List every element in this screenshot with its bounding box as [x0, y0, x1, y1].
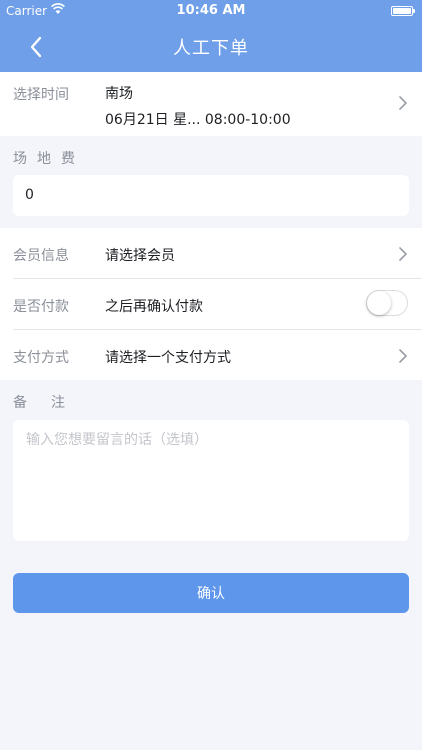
venue-value: 南场 [105, 86, 133, 102]
payment-method-value: 请选择一个支付方式 [105, 350, 231, 366]
order-options-list: 会员信息 请选择会员 是否付款 之后再确认付款 支付方式 请选择一个支付方式 [0, 228, 422, 380]
toggle-knob [367, 291, 391, 315]
chevron-right-icon [399, 96, 407, 110]
battery-icon [391, 6, 415, 16]
payment-status-label: 是否付款 [13, 299, 69, 315]
note-textarea[interactable] [13, 420, 409, 541]
chevron-right-icon [399, 247, 407, 261]
note-label: 备注 [13, 395, 89, 411]
top-bar: Carrier 10:46 AM 人工下单 [0, 0, 422, 72]
status-bar: Carrier 10:46 AM [0, 0, 422, 22]
payment-method-row[interactable]: 支付方式 请选择一个支付方式 [0, 330, 422, 380]
status-time: 10:46 AM [176, 3, 246, 18]
payment-method-label: 支付方式 [13, 350, 69, 366]
fee-input[interactable]: 0 [13, 175, 409, 216]
datetime-value: 06月21日 星... 08:00-10:00 [105, 112, 291, 128]
payment-status-value: 之后再确认付款 [105, 299, 203, 315]
confirm-button[interactable]: 确认 [13, 573, 409, 613]
page-title: 人工下单 [173, 38, 249, 59]
member-row[interactable]: 会员信息 请选择会员 [0, 228, 422, 278]
payment-status-row: 是否付款 之后再确认付款 [0, 279, 422, 329]
fee-label: 场地费 [13, 151, 85, 167]
nav-bar: 人工下单 [0, 22, 422, 72]
member-value: 请选择会员 [105, 248, 175, 264]
time-select-row[interactable]: 选择时间 南场 06月21日 星... 08:00-10:00 [0, 72, 422, 136]
chevron-right-icon [399, 349, 407, 363]
payment-toggle[interactable] [366, 290, 408, 316]
member-label: 会员信息 [13, 248, 69, 264]
time-select-label: 选择时间 [13, 87, 69, 103]
